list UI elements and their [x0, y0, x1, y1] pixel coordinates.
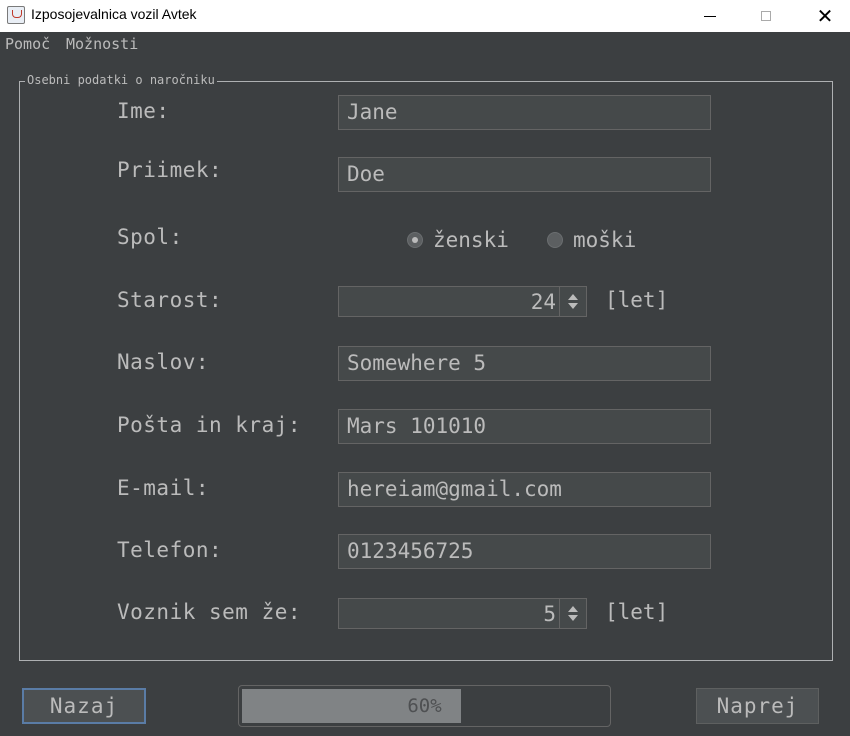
- decrement-icon[interactable]: [568, 615, 578, 621]
- ime-label: Ime:: [117, 99, 170, 123]
- menu-pomoc[interactable]: Pomoč: [5, 35, 50, 53]
- naslov-label: Naslov:: [117, 350, 210, 374]
- menu-bar: Pomoč Možnosti: [0, 32, 850, 58]
- panel-legend: Osebni podatki o naročniku: [25, 73, 217, 87]
- title-bar: Izposojevalnica vozil Avtek ✕: [0, 0, 850, 32]
- email-field[interactable]: hereiam@gmail.com: [338, 472, 711, 507]
- starost-unit: [let]: [605, 288, 669, 312]
- starost-spinner[interactable]: 24: [338, 286, 587, 317]
- radio-zenski[interactable]: ženski: [407, 228, 509, 252]
- increment-icon[interactable]: [568, 294, 578, 300]
- java-app-icon: [7, 6, 25, 24]
- close-icon: ✕: [816, 4, 834, 28]
- posta-field[interactable]: Mars 101010: [338, 409, 711, 444]
- minimize-button[interactable]: [687, 0, 733, 32]
- maximize-icon: [761, 11, 771, 21]
- voznik-value[interactable]: 5: [543, 599, 556, 630]
- progress-bar: 60%: [238, 685, 611, 727]
- menu-moznosti[interactable]: Možnosti: [66, 35, 138, 53]
- telefon-field[interactable]: 0123456725: [338, 534, 711, 569]
- spol-label: Spol:: [117, 225, 183, 249]
- email-label: E-mail:: [117, 476, 210, 500]
- decrement-icon[interactable]: [568, 303, 578, 309]
- next-button[interactable]: Naprej: [696, 688, 819, 724]
- increment-icon[interactable]: [568, 606, 578, 612]
- starost-spinner-buttons[interactable]: [559, 287, 586, 316]
- radio-moski-label: moški: [573, 228, 637, 252]
- radio-moski[interactable]: moški: [547, 228, 636, 252]
- telefon-label: Telefon:: [117, 538, 223, 562]
- starost-label: Starost:: [117, 288, 223, 312]
- posta-label: Pošta in kraj:: [117, 413, 302, 437]
- voznik-spinner[interactable]: 5: [338, 598, 587, 629]
- close-button[interactable]: ✕: [802, 0, 848, 32]
- priimek-label: Priimek:: [117, 158, 223, 182]
- window-title: Izposojevalnica vozil Avtek: [31, 6, 197, 22]
- voznik-spinner-buttons[interactable]: [559, 599, 586, 628]
- ime-field[interactable]: Jane: [338, 95, 711, 130]
- maximize-button[interactable]: [743, 0, 789, 32]
- progress-label: 60%: [407, 695, 442, 717]
- voznik-label: Voznik sem že:: [117, 600, 302, 624]
- radio-zenski-label: ženski: [433, 228, 509, 252]
- back-button[interactable]: Nazaj: [22, 688, 146, 724]
- starost-value[interactable]: 24: [531, 287, 556, 318]
- voznik-unit: [let]: [605, 600, 669, 624]
- naslov-field[interactable]: Somewhere 5: [338, 346, 711, 381]
- radio-moski-circle[interactable]: [547, 232, 563, 248]
- minimize-icon: [704, 15, 716, 17]
- radio-zenski-circle[interactable]: [407, 232, 423, 248]
- priimek-field[interactable]: Doe: [338, 157, 711, 192]
